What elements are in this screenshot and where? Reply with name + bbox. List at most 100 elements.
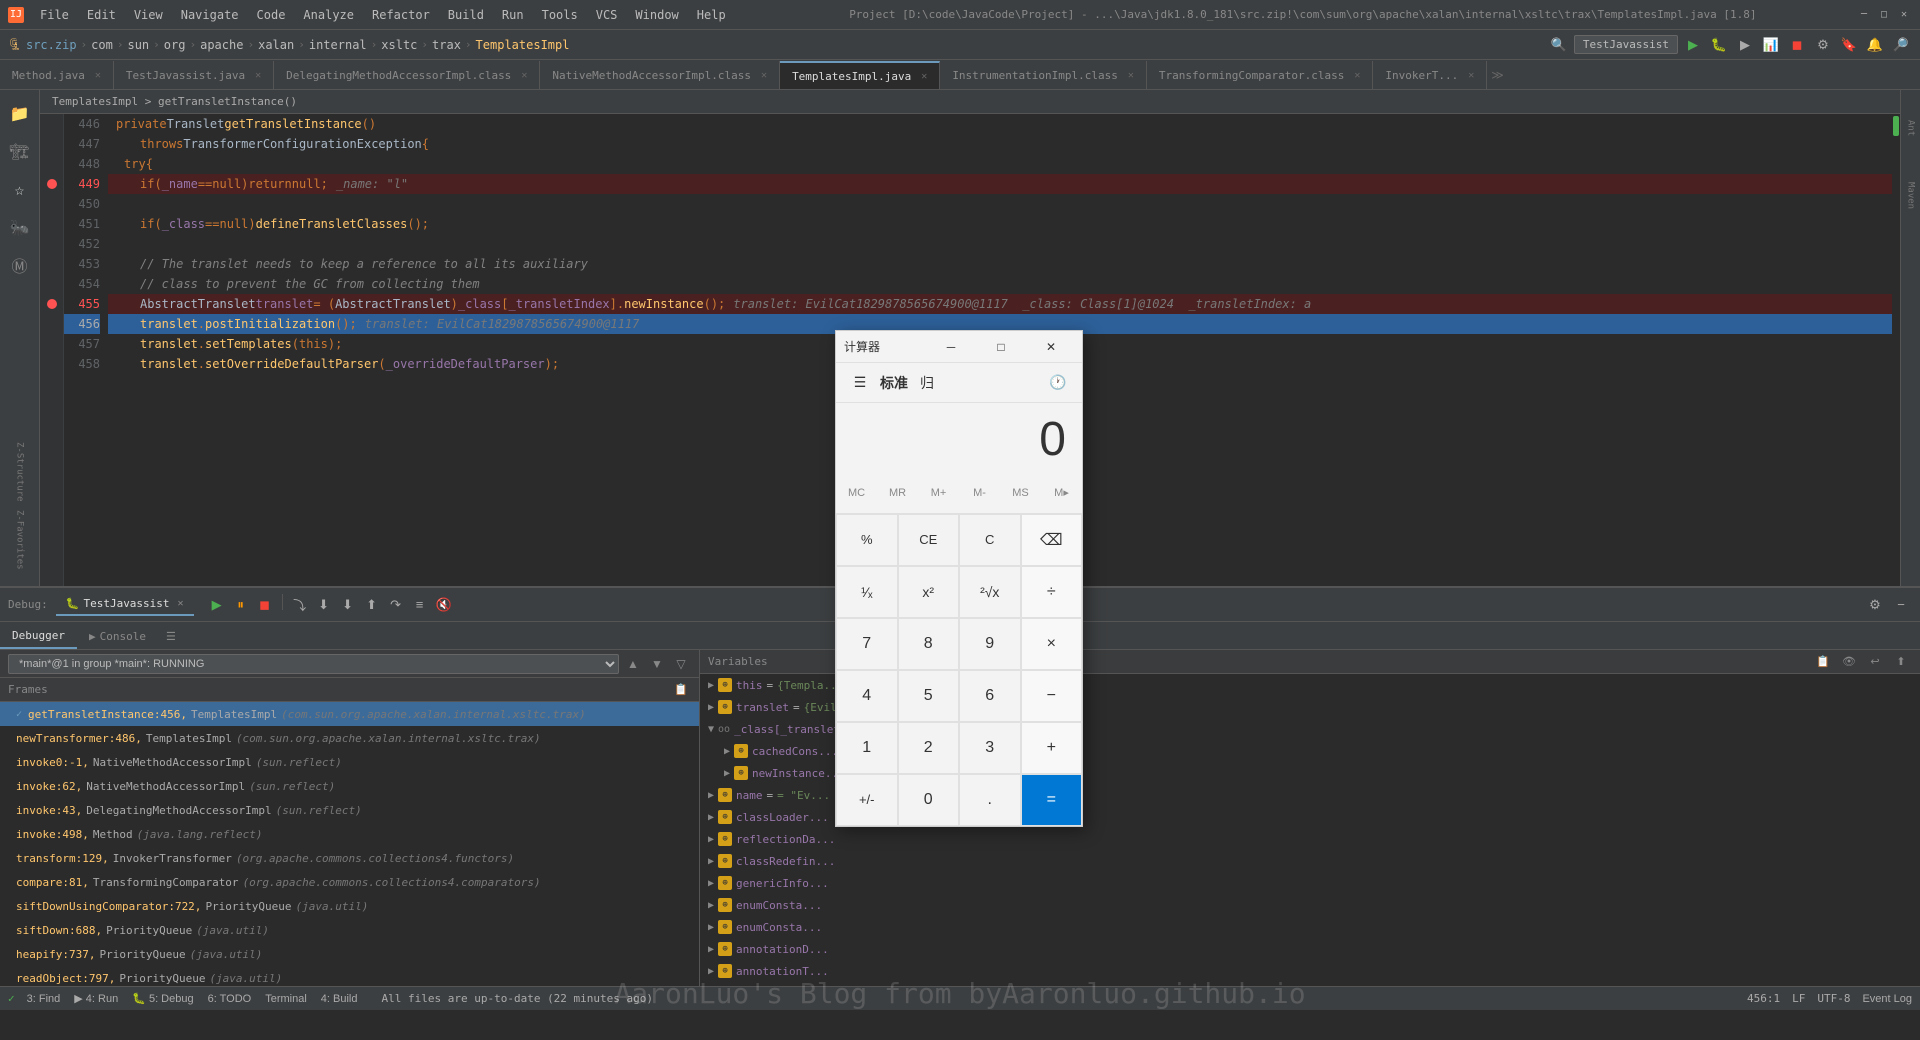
calc-plus-btn[interactable]: +: [1021, 722, 1083, 774]
thread-dropdown[interactable]: *main*@1 in group *main*: RUNNING: [8, 654, 619, 674]
bc-xalan[interactable]: xalan: [258, 38, 294, 52]
calc-9-btn[interactable]: 9: [959, 618, 1021, 670]
force-step-into-btn[interactable]: ⬇: [337, 594, 359, 616]
calc-4-btn[interactable]: 4: [836, 670, 898, 722]
breakpoint-449[interactable]: [47, 179, 57, 189]
more-tabs-button[interactable]: ≫: [1491, 68, 1504, 82]
thread-down-btn[interactable]: ▼: [647, 654, 667, 674]
debug-subtab-layout[interactable]: ☰: [158, 623, 184, 649]
var-translet-expand[interactable]: ▶: [708, 702, 714, 713]
status-todo-btn[interactable]: 6: TODO: [202, 993, 258, 1005]
debug-tab-debugger[interactable]: 🐛 TestJavassist ✕: [56, 593, 194, 616]
calc-mc-btn[interactable]: MC: [836, 473, 877, 513]
menu-view[interactable]: View: [126, 6, 171, 24]
restore-button[interactable]: □: [1876, 7, 1892, 23]
activity-project[interactable]: 📁: [5, 98, 35, 128]
editor-scrollbar[interactable]: [1892, 114, 1900, 586]
bc-srczip-label[interactable]: src.zip: [26, 38, 77, 52]
resume-btn[interactable]: ▶: [206, 594, 228, 616]
frame-3[interactable]: invoke:62, NativeMethodAccessorImpl (sun…: [0, 774, 699, 798]
var-name-expand[interactable]: ▶: [708, 790, 714, 801]
frame-0[interactable]: ✓ getTransletInstance:456, TemplatesImpl…: [0, 702, 699, 726]
frame-10[interactable]: heapify:737, PriorityQueue (java.util): [0, 942, 699, 966]
tab-delegating[interactable]: DelegatingMethodAccessorImpl.class ✕: [274, 61, 540, 89]
status-find-btn[interactable]: 3: Find: [21, 993, 67, 1005]
menu-edit[interactable]: Edit: [79, 6, 124, 24]
tab-native-close[interactable]: ✕: [761, 70, 767, 81]
tab-transforming[interactable]: TransformingComparator.class ✕: [1147, 61, 1373, 89]
var-this-expand[interactable]: ▶: [708, 680, 714, 691]
var-annotationd-expand[interactable]: ▶: [708, 944, 714, 955]
step-into-btn[interactable]: ⬇: [313, 594, 335, 616]
bc-apache[interactable]: apache: [200, 38, 243, 52]
var-classloader-expand[interactable]: ▶: [708, 812, 714, 823]
run-config[interactable]: TestJavassist: [1574, 35, 1678, 54]
bc-xsltc[interactable]: xsltc: [381, 38, 417, 52]
calc-mmore-btn[interactable]: M▸: [1041, 473, 1082, 513]
debug-button[interactable]: 🐛: [1708, 34, 1730, 56]
tab-invoker[interactable]: InvokerT... ✕: [1373, 61, 1487, 89]
mute-btn[interactable]: 🔇: [433, 594, 455, 616]
status-debug-btn[interactable]: 🐛 5: Debug: [126, 992, 199, 1005]
calc-ms-btn[interactable]: MS: [1000, 473, 1041, 513]
bc-org[interactable]: org: [164, 38, 186, 52]
search-everywhere-btn[interactable]: 🔍: [1548, 34, 1570, 56]
calc-decimal-btn[interactable]: .: [959, 774, 1021, 826]
calc-mplus-btn[interactable]: M+: [918, 473, 959, 513]
calc-equals-btn[interactable]: =: [1021, 774, 1083, 826]
activity-favorites[interactable]: ☆: [5, 174, 35, 204]
bc-sun[interactable]: sun: [127, 38, 149, 52]
status-build-btn[interactable]: 4: Build: [315, 993, 364, 1005]
menu-run[interactable]: Run: [494, 6, 532, 24]
frames-list[interactable]: ✓ getTransletInstance:456, TemplatesImpl…: [0, 702, 699, 986]
settings-button[interactable]: ⚙: [1812, 34, 1834, 56]
tab-native[interactable]: NativeMethodAccessorImpl.class ✕: [540, 61, 780, 89]
tab-method-java-close[interactable]: ✕: [95, 70, 101, 81]
activity-zstructure[interactable]: Z-Structure: [5, 442, 35, 502]
pause-btn[interactable]: ⏸: [230, 594, 252, 616]
bc-templatesimpl[interactable]: TemplatesImpl: [476, 38, 570, 52]
bc-trax[interactable]: trax: [432, 38, 461, 52]
bc-internal[interactable]: internal: [309, 38, 367, 52]
calc-extra-btn[interactable]: 归: [920, 373, 934, 393]
menu-window[interactable]: Window: [627, 6, 686, 24]
calc-history-btn[interactable]: 🕐: [1046, 371, 1070, 395]
frame-11[interactable]: readObject:797, PriorityQueue (java.util…: [0, 966, 699, 986]
tab-transforming-close[interactable]: ✕: [1354, 70, 1360, 81]
tab-testjavassist[interactable]: TestJavassist.java ✕: [114, 61, 274, 89]
calc-7-btn[interactable]: 7: [836, 618, 898, 670]
calc-8-btn[interactable]: 8: [898, 618, 960, 670]
var-newinstance-expand[interactable]: ▶: [724, 768, 730, 779]
right-tab-ant[interactable]: Ant: [1903, 98, 1919, 158]
var-genericinfo-expand[interactable]: ▶: [708, 878, 714, 889]
step-over-btn[interactable]: ⤵: [289, 594, 311, 616]
calc-c-btn[interactable]: C: [959, 514, 1021, 566]
menu-file[interactable]: File: [32, 6, 77, 24]
menu-analyze[interactable]: Analyze: [295, 6, 362, 24]
frame-2[interactable]: invoke0:-1, NativeMethodAccessorImpl (su…: [0, 750, 699, 774]
debug-session-close[interactable]: ✕: [178, 598, 184, 609]
frames-copy-btn[interactable]: 📋: [671, 680, 691, 700]
var-genericinfo[interactable]: ▶ ⊕ genericInfo...: [700, 872, 1920, 894]
export-btn[interactable]: ⬆: [1890, 651, 1912, 673]
frame-4[interactable]: invoke:43, DelegatingMethodAccessorImpl …: [0, 798, 699, 822]
tab-delegating-close[interactable]: ✕: [521, 70, 527, 81]
tab-instrumentation-close[interactable]: ✕: [1128, 70, 1134, 81]
activity-structure[interactable]: 🏗: [5, 136, 35, 166]
menu-vcs[interactable]: VCS: [588, 6, 626, 24]
calc-0-btn[interactable]: 0: [898, 774, 960, 826]
calc-1-btn[interactable]: 1: [836, 722, 898, 774]
notification-button[interactable]: 🔔: [1864, 34, 1886, 56]
var-classvaluem[interactable]: ▶ ⊕ classValueM...: [700, 982, 1920, 986]
tab-method-java[interactable]: Method.java ✕: [0, 61, 114, 89]
calc-mr-btn[interactable]: MR: [877, 473, 918, 513]
run-button[interactable]: ▶: [1682, 34, 1704, 56]
run-to-cursor-btn[interactable]: ↷: [385, 594, 407, 616]
restore-btn[interactable]: ↩: [1864, 651, 1886, 673]
debug-minimize-btn[interactable]: −: [1890, 594, 1912, 616]
var-annotationt[interactable]: ▶ ⊕ annotationT...: [700, 960, 1920, 982]
debug-subtab-console[interactable]: ▶ Console: [77, 623, 158, 649]
tab-testjavassist-close[interactable]: ✕: [255, 70, 261, 81]
calc-5-btn[interactable]: 5: [898, 670, 960, 722]
breakpoint-455[interactable]: [47, 299, 57, 309]
